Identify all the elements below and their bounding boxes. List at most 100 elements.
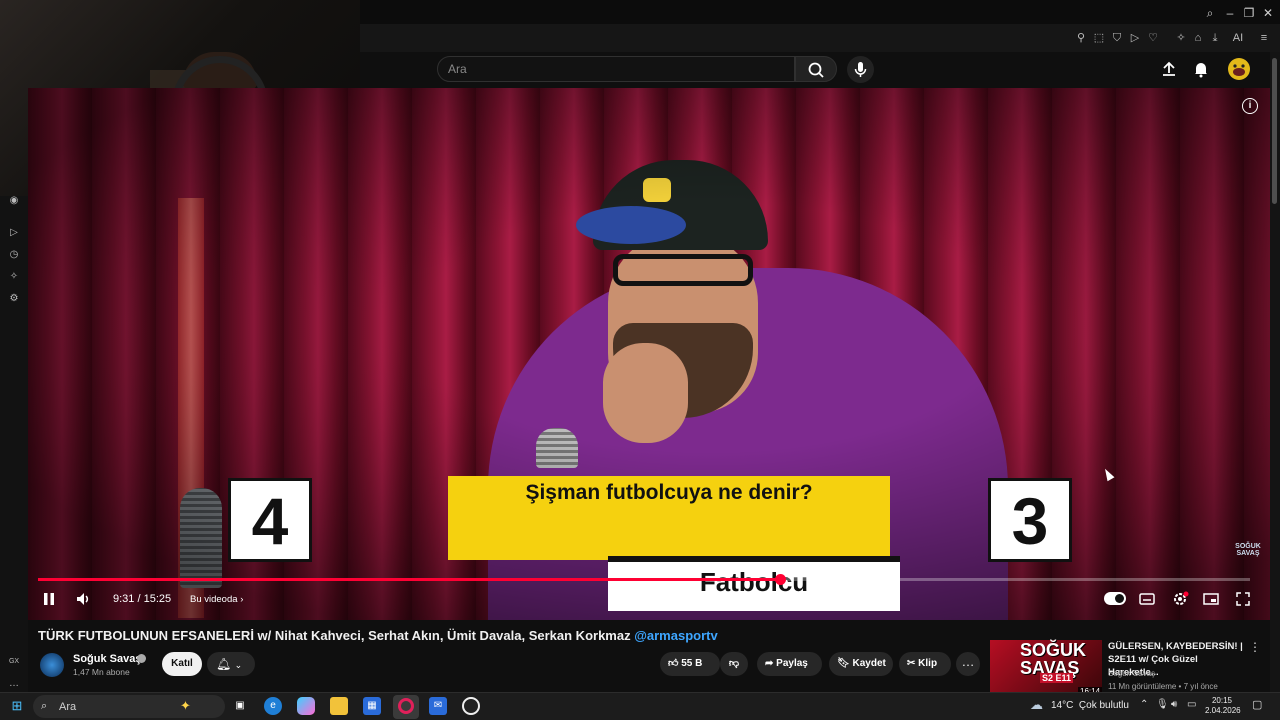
opera-gx-taskbar-button[interactable] — [393, 695, 419, 719]
video-title-handle-link[interactable]: @armasportv — [634, 628, 717, 643]
minimize-icon[interactable]: – — [1220, 4, 1240, 22]
taskbar-search-icon: ⌕ — [41, 700, 48, 712]
verified-icon — [137, 654, 146, 663]
notification-center-icon[interactable]: ▢ — [1252, 698, 1262, 711]
save-label: Kaydet — [852, 658, 886, 669]
recommendation-more-icon[interactable]: ⋮ — [1249, 640, 1261, 654]
thumbs-down-icon: 👎︎ — [728, 658, 740, 669]
mail-icon[interactable]: ✉ — [429, 697, 447, 715]
history-icon[interactable]: ◷ — [7, 248, 21, 262]
file-explorer-icon[interactable] — [330, 697, 348, 715]
browser-search-icon[interactable]: ⌕ — [1200, 4, 1220, 22]
settings-icon[interactable]: ⚙ — [7, 292, 21, 306]
steam-icon[interactable] — [462, 697, 480, 715]
miniplayer-button[interactable] — [1202, 590, 1220, 608]
info-icon[interactable]: i — [1242, 98, 1258, 114]
upload-button[interactable] — [1160, 60, 1178, 78]
tray-network-icon[interactable]: ▭ — [1187, 699, 1196, 710]
chapter-button[interactable]: Bu videoda › — [190, 594, 243, 605]
volume-button[interactable] — [74, 590, 92, 608]
extensions-sidebar-icon[interactable]: ✧ — [7, 270, 21, 284]
volume-icon — [77, 593, 89, 605]
windows-start-icon[interactable]: ⊞ — [8, 697, 26, 715]
chevron-down-icon: ⌄ — [234, 660, 243, 670]
thumbs-up-icon: 👍︎ — [668, 658, 679, 669]
store-icon[interactable]: ▦ — [363, 697, 381, 715]
gx-label: GX — [8, 658, 20, 665]
clip-label: Klip — [918, 658, 938, 669]
ai-extension-label: AI — [1232, 32, 1244, 44]
ai-extension-icon[interactable]: AI — [1224, 30, 1252, 46]
progress-scrubber[interactable] — [774, 574, 786, 585]
shield-icon[interactable]: ⛉ — [1109, 30, 1125, 46]
search-button[interactable] — [795, 56, 837, 82]
clip-button[interactable]: ✂ Klip — [899, 652, 951, 676]
score-right: 3 — [988, 478, 1072, 562]
clock-date: 2.04.2026 — [1205, 706, 1241, 715]
like-button[interactable]: 👍︎ 55 B — [660, 652, 720, 676]
autoplay-knob — [1115, 594, 1124, 603]
notifications-button[interactable] — [1192, 60, 1210, 78]
like-count: 55 B — [681, 658, 703, 669]
close-window-icon[interactable]: ✕ — [1258, 4, 1278, 22]
play-icon[interactable]: ▷ — [1127, 30, 1143, 46]
weather-widget[interactable]: 14°C Çok bulutlu — [1051, 700, 1129, 711]
scrollbar-thumb[interactable] — [1272, 58, 1277, 204]
discord-icon[interactable]: ◉ — [7, 194, 21, 208]
answer-text: Fatbolcu — [699, 567, 809, 597]
snapshot-icon[interactable]: ⬚ — [1091, 30, 1107, 46]
miniplayer-icon — [1203, 593, 1219, 605]
settings-button[interactable] — [1171, 590, 1189, 608]
copilot-icon[interactable] — [297, 697, 315, 715]
tray-volume-icon[interactable]: 🔊︎ — [1171, 699, 1177, 710]
browser-menu-icon[interactable]: ≡ — [1256, 30, 1272, 46]
subscription-bell-button[interactable]: 🔔︎ ⌄ — [207, 652, 255, 676]
video-player[interactable]: 4 3 Şişman futbolcuya ne denir? Fatbolcu… — [28, 88, 1270, 620]
player-icon[interactable]: ▷ — [7, 226, 21, 240]
save-button[interactable]: 🔖︎ Kaydet — [829, 652, 893, 676]
bookmark-icon: 🔖︎ — [837, 658, 850, 669]
fullscreen-button[interactable] — [1234, 590, 1252, 608]
score-left: 4 — [228, 478, 312, 562]
thumb-text-line-1: SOĞUK — [1020, 640, 1087, 660]
wallet-icon[interactable]: ⌂ — [1190, 30, 1206, 46]
recommendation-channel[interactable]: Soğuk Savaş — [1108, 669, 1155, 678]
voice-search-button[interactable] — [847, 56, 874, 83]
tray-chevron-icon[interactable]: ⌃ — [1140, 699, 1148, 710]
tray-mic-icon[interactable]: 🎙︎ — [1156, 699, 1169, 710]
bell-outline-icon: 🔔︎ — [216, 657, 232, 671]
download-icon[interactable]: ⤓ — [1207, 30, 1223, 46]
browser-tab-bar — [360, 0, 1280, 24]
account-avatar[interactable] — [1228, 58, 1250, 80]
question-text: Şişman futbolcuya ne denir? — [525, 481, 813, 504]
dislike-button[interactable]: 👎︎ — [720, 652, 748, 676]
task-view-icon[interactable]: ▣ — [231, 697, 249, 715]
pin-icon[interactable]: ⚲ — [1073, 30, 1089, 46]
gear-icon — [1174, 591, 1189, 605]
progress-fill — [38, 578, 780, 581]
restore-icon[interactable]: ❐ — [1239, 4, 1259, 22]
channel-avatar[interactable] — [40, 653, 64, 677]
fullscreen-icon — [1236, 592, 1250, 606]
channel-name[interactable]: Soğuk Savaş — [73, 653, 141, 665]
channel-watermark[interactable]: SOĞUK SAVAŞ — [1234, 543, 1262, 559]
search-input[interactable] — [437, 56, 795, 82]
time-display: 9:31 / 15:25 — [113, 593, 172, 605]
sidebar-more-icon[interactable]: … — [7, 677, 21, 691]
taskbar-search-text: Ara — [59, 701, 77, 713]
scissors-icon: ✂ — [907, 658, 916, 669]
chapter-label: Bu videoda — [190, 594, 238, 605]
edge-icon[interactable]: e — [264, 697, 282, 715]
score-right-value: 3 — [1011, 484, 1049, 558]
pause-icon — [44, 593, 54, 605]
taskbar-clock[interactable]: 20:15 2.04.2026 — [1205, 696, 1241, 716]
heart-icon[interactable]: ♡ — [1145, 30, 1161, 46]
share-button[interactable]: ➦ Paylaş — [757, 652, 822, 676]
extensions-icon[interactable]: ✧ — [1173, 30, 1189, 46]
join-button[interactable]: Katıl — [162, 652, 202, 676]
share-icon: ➦ — [765, 658, 774, 669]
pause-button[interactable] — [40, 590, 58, 608]
bell-icon — [1195, 63, 1207, 78]
subtitles-button[interactable] — [1138, 590, 1156, 608]
more-actions-button[interactable]: … — [956, 652, 980, 676]
